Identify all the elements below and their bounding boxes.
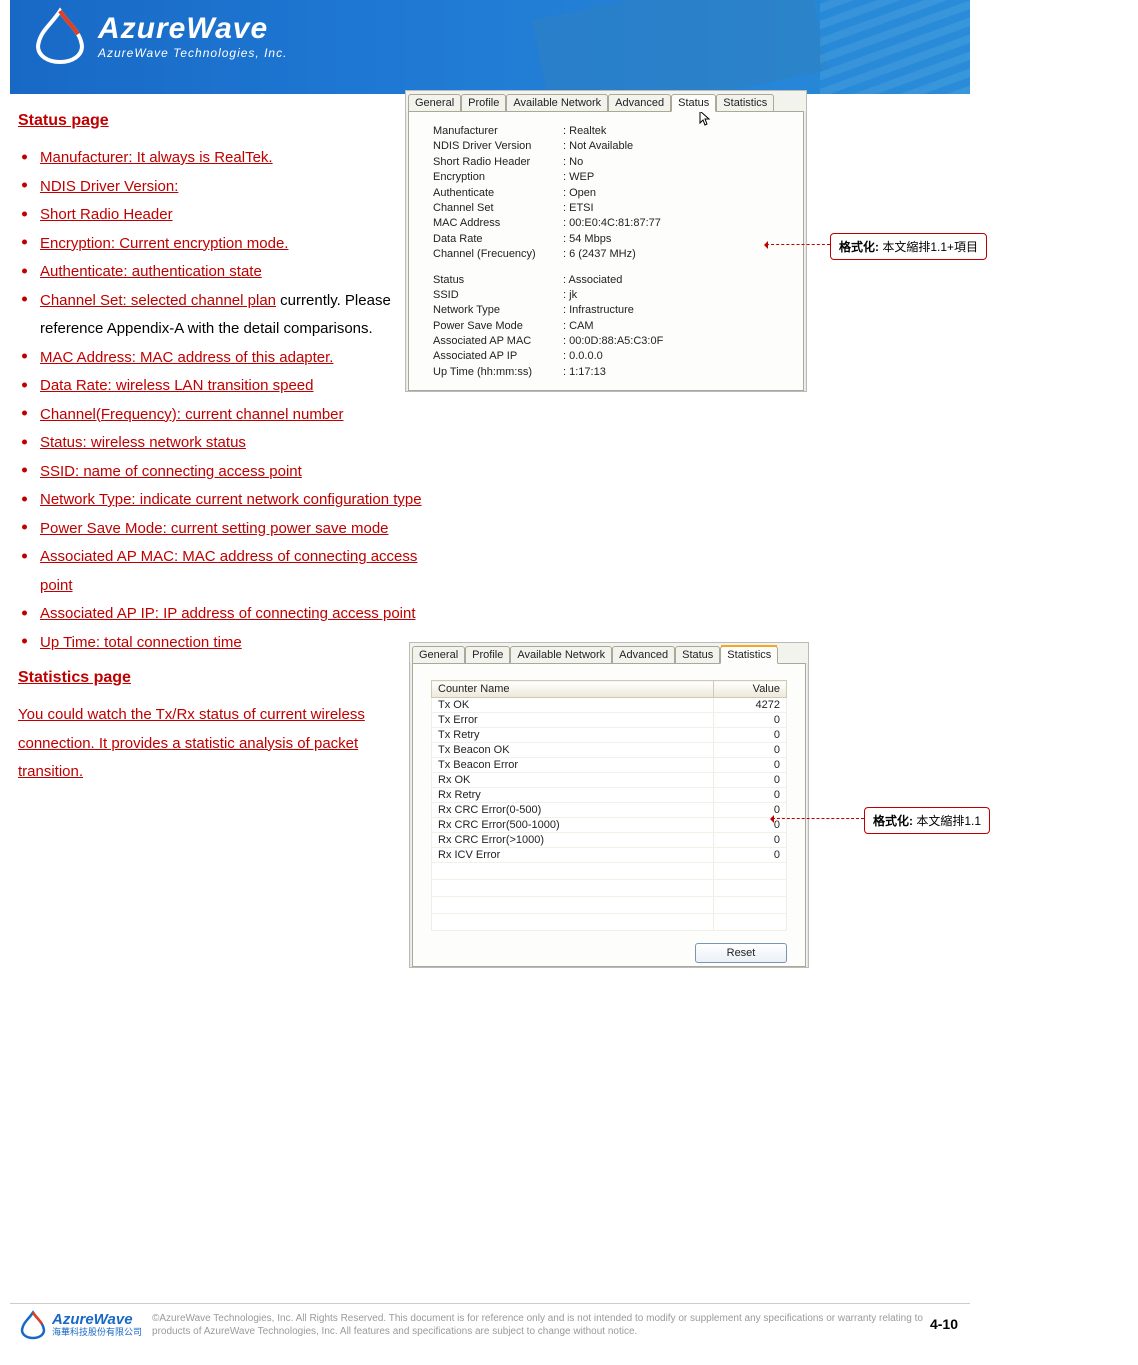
- status-list-link[interactable]: Associated AP MAC: MAC address of connec…: [40, 548, 417, 594]
- tab-status[interactable]: Status: [671, 94, 716, 112]
- status-kv-row: SSIDjk: [433, 288, 795, 303]
- tab-profile[interactable]: Profile: [461, 94, 506, 112]
- status-list-link[interactable]: Encryption: Current encryption mode.: [40, 235, 288, 252]
- stats-col-value: Value: [714, 681, 787, 698]
- status-kv-row: NDIS Driver VersionNot Available: [433, 139, 795, 154]
- status-kv-row: Power Save ModeCAM: [433, 319, 795, 334]
- callout-leader: [772, 818, 864, 819]
- tab-status[interactable]: Status: [675, 646, 720, 664]
- status-kv-row: Network TypeInfrastructure: [433, 303, 795, 318]
- status-bullet-list: Manufacturer: It always is RealTek. NDIS …: [18, 144, 428, 657]
- tab-available-network[interactable]: Available Network: [510, 646, 612, 664]
- status-list-item: Manufacturer: It always is RealTek.: [18, 144, 428, 173]
- status-kv-row: ManufacturerRealtek: [433, 124, 795, 139]
- status-kv-row: Associated AP MAC00:0D:88:A5:C3:0F: [433, 334, 795, 349]
- table-row: Tx Error0: [432, 713, 787, 728]
- status-list-item: Data Rate: wireless LAN transition speed: [18, 372, 428, 401]
- status-list-item: Associated AP MAC: MAC address of connec…: [18, 543, 428, 600]
- status-list-link[interactable]: Data Rate: wireless LAN transition speed: [40, 377, 313, 394]
- status-list-link[interactable]: Manufacturer: It always is RealTek.: [40, 149, 273, 166]
- status-list-item: NDIS Driver Version:: [18, 173, 428, 202]
- status-list-link[interactable]: Channel Set: selected channel plan: [40, 292, 276, 309]
- stats-col-name: Counter Name: [432, 681, 714, 698]
- status-list-item: Network Type: indicate current network c…: [18, 486, 428, 515]
- status-kv-row: EncryptionWEP: [433, 170, 795, 185]
- status-kv-row: MAC Address00:E0:4C:81:87:77: [433, 216, 795, 231]
- format-callout-2: 格式化: 本文縮排1.1: [864, 807, 990, 834]
- tab-general[interactable]: General: [408, 94, 461, 112]
- logo-icon: [30, 6, 90, 66]
- status-list-item: Associated AP IP: IP address of connecti…: [18, 600, 428, 629]
- statistics-table: Counter Name Value Tx OK4272Tx Error0Tx …: [431, 680, 787, 931]
- tab-advanced[interactable]: Advanced: [612, 646, 675, 664]
- table-row: Tx Retry0: [432, 728, 787, 743]
- table-row: Rx OK0: [432, 773, 787, 788]
- status-list-link[interactable]: NDIS Driver Version:: [40, 178, 178, 195]
- status-list-item: Channel Set: selected channel plan curre…: [18, 287, 428, 344]
- status-list-link[interactable]: Status: wireless network status: [40, 434, 246, 451]
- status-kv-row: Channel SetETSI: [433, 201, 795, 216]
- status-dialog: GeneralProfileAvailable NetworkAdvancedS…: [405, 90, 807, 392]
- footer-brand-sub: 海華科技股份有限公司: [52, 1328, 142, 1338]
- status-list-link[interactable]: Network Type: indicate current network c…: [40, 491, 422, 508]
- footer-legal-text: ©AzureWave Technologies, Inc. All Rights…: [152, 1312, 930, 1338]
- status-list-item: MAC Address: MAC address of this adapter…: [18, 344, 428, 373]
- table-row: Tx Beacon Error0: [432, 758, 787, 773]
- status-list-link[interactable]: Authenticate: authentication state: [40, 263, 262, 280]
- brand-name: AzureWave: [98, 12, 287, 46]
- footer-brand-name: AzureWave: [52, 1312, 142, 1329]
- page-footer: AzureWave 海華科技股份有限公司 ©AzureWave Technolo…: [10, 1303, 970, 1340]
- table-row: [432, 897, 787, 914]
- table-row: [432, 863, 787, 880]
- status-list-item: Channel(Frequency): current channel numb…: [18, 401, 428, 430]
- page-number: 4-10: [930, 1316, 962, 1340]
- header-banner: AzureWave AzureWave Technologies, Inc.: [10, 0, 970, 94]
- tab-available-network[interactable]: Available Network: [506, 94, 608, 112]
- footer-logo-icon: [18, 1310, 48, 1340]
- table-row: [432, 880, 787, 897]
- status-list-link[interactable]: Up Time: total connection time: [40, 634, 242, 651]
- status-list-item: Encryption: Current encryption mode.: [18, 230, 428, 259]
- status-list-link[interactable]: Channel(Frequency): current channel numb…: [40, 406, 344, 423]
- tab-general[interactable]: General: [412, 646, 465, 664]
- status-kv-row: StatusAssociated: [433, 273, 795, 288]
- status-kv-row: AuthenticateOpen: [433, 186, 795, 201]
- status-list-link[interactable]: Short Radio Header: [40, 206, 173, 223]
- status-list-item: Up Time: total connection time: [18, 629, 428, 658]
- status-kv-row: Up Time (hh:mm:ss)1:17:13: [433, 365, 795, 380]
- format-callout-1: 格式化: 本文縮排1.1+項目: [830, 233, 987, 260]
- status-list-link[interactable]: Associated AP IP: IP address of connecti…: [40, 605, 416, 622]
- table-row: Rx CRC Error(0-500)0: [432, 803, 787, 818]
- brand-tagline: AzureWave Technologies, Inc.: [98, 46, 287, 60]
- callout-leader: [766, 244, 830, 245]
- table-row: Rx CRC Error(>1000)0: [432, 833, 787, 848]
- reset-button[interactable]: Reset: [695, 943, 787, 963]
- table-row: Rx ICV Error0: [432, 848, 787, 863]
- tab-statistics[interactable]: Statistics: [716, 94, 774, 112]
- status-list-item: Status: wireless network status: [18, 429, 428, 458]
- status-list-item: Authenticate: authentication state: [18, 258, 428, 287]
- status-kv-row: Short Radio HeaderNo: [433, 155, 795, 170]
- status-list-link[interactable]: SSID: name of connecting access point: [40, 463, 302, 480]
- table-row: Rx CRC Error(500-1000)0: [432, 818, 787, 833]
- table-row: Rx Retry0: [432, 788, 787, 803]
- status-kv-row: Channel (Frecuency)6 (2437 MHz): [433, 247, 795, 262]
- table-row: [432, 914, 787, 931]
- table-row: Tx OK4272: [432, 698, 787, 713]
- status-kv-row: Associated AP IP0.0.0.0: [433, 349, 795, 364]
- tab-advanced[interactable]: Advanced: [608, 94, 671, 112]
- table-row: Tx Beacon OK0: [432, 743, 787, 758]
- status-list-link[interactable]: Power Save Mode: current setting power s…: [40, 520, 389, 537]
- statistics-dialog: GeneralProfileAvailable NetworkAdvancedS…: [409, 642, 809, 968]
- statistics-body-text: You could watch the Tx/Rx status of curr…: [18, 701, 408, 787]
- brand-logo: AzureWave AzureWave Technologies, Inc.: [30, 6, 287, 66]
- tab-profile[interactable]: Profile: [465, 646, 510, 664]
- status-kv-row: Data Rate54 Mbps: [433, 232, 795, 247]
- status-list-item: SSID: name of connecting access point: [18, 458, 428, 487]
- status-list-item: Power Save Mode: current setting power s…: [18, 515, 428, 544]
- status-list-item: Short Radio Header: [18, 201, 428, 230]
- status-list-link[interactable]: MAC Address: MAC address of this adapter…: [40, 349, 333, 366]
- tab-statistics[interactable]: Statistics: [720, 646, 778, 664]
